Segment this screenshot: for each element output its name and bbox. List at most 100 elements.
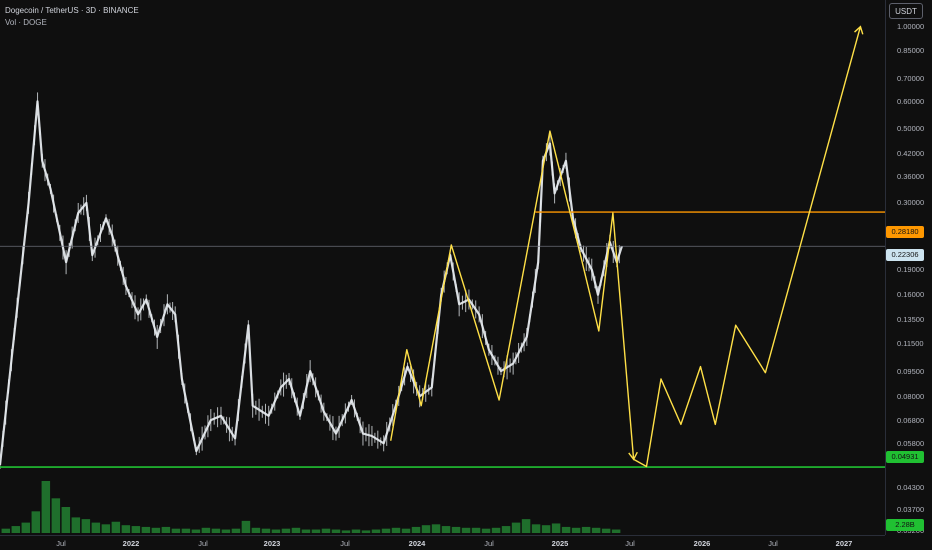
volume-bar — [41, 481, 51, 533]
time-tick-label: 2026 — [693, 539, 711, 548]
volume-bar — [431, 524, 441, 533]
price-tick-label: 0.19000 — [897, 265, 925, 275]
volume-bar — [201, 527, 211, 533]
volume-bar — [591, 527, 601, 533]
volume-bar — [501, 526, 511, 533]
volume-bar — [401, 528, 411, 533]
last-price-tag: 0.22306 — [886, 249, 924, 261]
volume-bar — [551, 523, 561, 533]
currency-button[interactable]: USDT — [889, 3, 923, 19]
volume-bar — [91, 522, 101, 533]
volume-bar — [261, 528, 271, 533]
price-tick-label: 0.11500 — [897, 338, 924, 348]
volume-bar — [171, 528, 181, 533]
volume-bar — [151, 527, 161, 533]
time-tick-label: 2024 — [408, 539, 426, 548]
time-tick-label: 2022 — [122, 539, 140, 548]
volume-bar — [191, 529, 201, 533]
volume-bar — [81, 519, 91, 533]
volume-bar — [241, 520, 251, 533]
volume-bar — [61, 507, 71, 533]
time-tick-label: Jul — [198, 539, 208, 548]
volume-bar — [511, 522, 521, 533]
price-tick-label: 0.60000 — [897, 96, 925, 106]
price-chart[interactable] — [0, 0, 932, 550]
volume-bar — [581, 526, 591, 533]
volume-bar — [1, 528, 11, 533]
volume-bar — [251, 527, 261, 533]
volume-bar — [271, 529, 281, 533]
price-tick-label: 0.70000 — [897, 74, 925, 84]
volume-bar — [51, 498, 61, 533]
price-tick-label: 0.06800 — [897, 415, 925, 425]
volume-bar — [111, 521, 121, 533]
volume-bar — [451, 526, 461, 533]
volume-bar — [341, 530, 351, 533]
volume-bar — [291, 527, 301, 533]
volume-bar — [521, 519, 531, 533]
volume-bar — [141, 526, 151, 533]
volume-indicator-label[interactable]: Vol · DOGE — [5, 18, 47, 27]
volume-bar — [481, 528, 491, 533]
volume-bar — [331, 529, 341, 533]
volume-bar — [71, 517, 81, 533]
volume-bar — [231, 528, 241, 533]
price-tick-label: 0.13500 — [897, 315, 925, 325]
volume-bar — [601, 528, 611, 533]
volume-bar — [351, 529, 361, 533]
volume-bar — [491, 527, 501, 533]
symbol-title: Dogecoin / TetherUS · 3D · BINANCE — [5, 6, 139, 15]
support-price-tag: 0.04931 — [886, 451, 924, 463]
volume-bar — [121, 525, 131, 533]
volume-bar — [421, 525, 431, 533]
time-tick-label: Jul — [56, 539, 66, 548]
price-tick-label: 0.50000 — [897, 123, 925, 133]
price-tick-label: 0.30000 — [897, 198, 925, 208]
price-tick-label: 0.09500 — [897, 366, 925, 376]
volume-bar — [381, 528, 391, 533]
volume-bar — [21, 522, 31, 533]
price-tick-label: 0.85000 — [897, 45, 925, 55]
volume-bar — [571, 527, 581, 533]
volume-bar — [301, 529, 311, 533]
price-tick-label: 0.08000 — [897, 391, 925, 401]
volume-bar — [461, 527, 471, 533]
volume-bar — [131, 526, 141, 533]
time-tick-label: Jul — [340, 539, 350, 548]
time-tick-label: 2027 — [835, 539, 853, 548]
price-tick-label: 0.04300 — [897, 482, 925, 492]
volume-bar — [361, 530, 371, 533]
volume-bar — [311, 529, 321, 533]
resistance-price-tag: 0.28180 — [886, 226, 924, 238]
volume-bar — [221, 529, 231, 533]
volume-bar — [541, 525, 551, 533]
time-tick-label: Jul — [768, 539, 778, 548]
volume-bar — [611, 529, 621, 533]
volume-bar — [11, 526, 21, 533]
volume-bar — [411, 526, 421, 533]
volume-bar — [321, 528, 331, 533]
price-tick-label: 0.16000 — [897, 290, 925, 300]
volume-bar — [181, 528, 191, 533]
volume-bar — [371, 529, 381, 533]
volume-bar — [391, 527, 401, 533]
volume-value-tag: 2.28B — [886, 519, 924, 531]
price-tick-label: 1.00000 — [897, 22, 925, 32]
volume-bar — [161, 526, 171, 533]
volume-bar — [561, 526, 571, 533]
volume-bar — [531, 524, 541, 533]
time-tick-label: 2023 — [263, 539, 281, 548]
volume-bar — [471, 527, 481, 533]
volume-bar — [281, 528, 291, 533]
volume-bar — [441, 526, 451, 533]
volume-bar — [31, 511, 41, 533]
time-tick-label: Jul — [625, 539, 635, 548]
volume-bar — [101, 524, 111, 533]
price-tick-label: 0.36000 — [897, 171, 925, 181]
price-tick-label: 0.05800 — [897, 438, 925, 448]
volume-bar — [211, 528, 221, 533]
price-tick-label: 0.03700 — [897, 504, 925, 514]
price-tick-label: 0.42000 — [897, 149, 925, 159]
time-tick-label: Jul — [484, 539, 494, 548]
time-tick-label: 2025 — [551, 539, 569, 548]
